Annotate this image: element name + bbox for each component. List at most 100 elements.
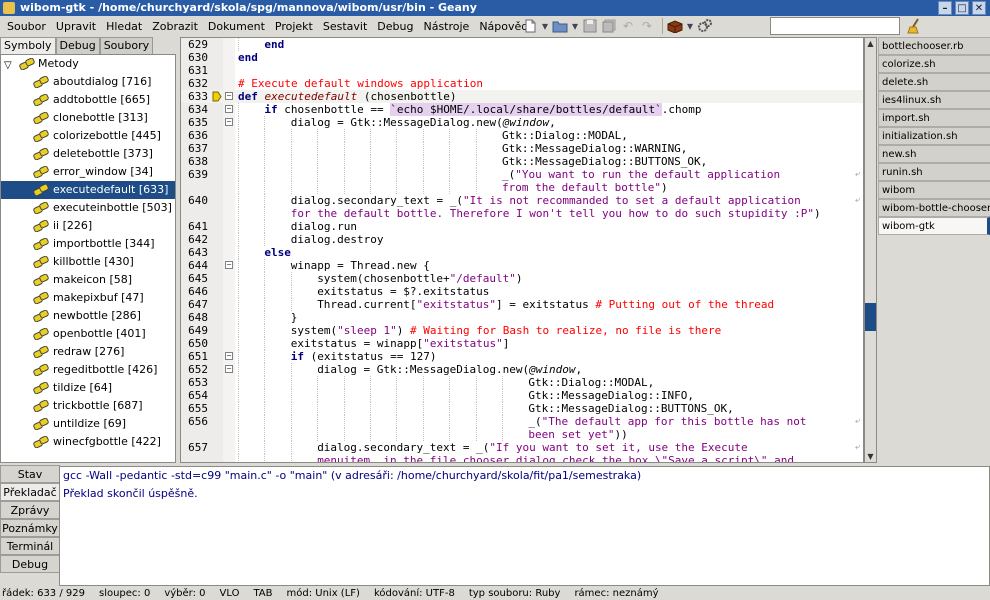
menu-zobrazit[interactable]: Zobrazit: [147, 20, 203, 33]
compiler-output[interactable]: gcc -Wall -pedantic -std=c99 "main.c" -o…: [59, 466, 990, 586]
code-line[interactable]: 653 Gtk::Dialog::MODAL,: [181, 376, 863, 389]
code-line[interactable]: 645 system(chosenbottle+"/default"): [181, 272, 863, 285]
search-input[interactable]: [770, 17, 900, 35]
symbol-item[interactable]: trickbottle [687]: [1, 397, 175, 415]
document-tab[interactable]: runin.sh: [878, 163, 990, 181]
menu-sestavit[interactable]: Sestavit: [318, 20, 372, 33]
code-editor[interactable]: 629 end 630 end 631 632 # Execute default wind…: [180, 37, 864, 463]
document-tab[interactable]: new.sh: [878, 145, 990, 163]
save-all-icon[interactable]: [601, 18, 617, 34]
tab-debug[interactable]: Debug: [55, 37, 100, 54]
symbol-tree[interactable]: ▽ Metody aboutdialog [716] addtobottle [6…: [0, 54, 176, 463]
fold-toggle[interactable]: −: [225, 92, 233, 100]
menu-projekt[interactable]: Projekt: [270, 20, 318, 33]
chevron-down-icon[interactable]: ▾: [571, 18, 579, 34]
code-line[interactable]: 644 − winapp = Thread.new {: [181, 259, 863, 272]
document-tab[interactable]: delete.sh: [878, 73, 990, 91]
compiler-message[interactable]: gcc -Wall -pedantic -std=c99 "main.c" -o…: [60, 467, 989, 485]
broom-icon[interactable]: [904, 17, 924, 35]
symbol-item[interactable]: killbottle [430]: [1, 253, 175, 271]
minimize-button[interactable]: –: [938, 1, 952, 15]
code-line[interactable]: 655 Gtk::MessageDialog::BUTTONS_OK,: [181, 402, 863, 415]
symbol-item[interactable]: importbottle [344]: [1, 235, 175, 253]
symbol-item[interactable]: colorizebottle [445]: [1, 127, 175, 145]
menu-hledat[interactable]: Hledat: [101, 20, 147, 33]
redo-icon[interactable]: ↷: [639, 18, 655, 34]
fold-toggle[interactable]: −: [225, 118, 233, 126]
symbol-item[interactable]: tildize [64]: [1, 379, 175, 397]
new-file-icon[interactable]: [522, 18, 538, 34]
code-line[interactable]: 652 − dialog = Gtk::MessageDialog.new(@win…: [181, 363, 863, 376]
code-line[interactable]: 643 else: [181, 246, 863, 259]
code-line[interactable]: 650 exitstatus = winapp["exitstatus"]: [181, 337, 863, 350]
scroll-down-icon[interactable]: ▼: [865, 451, 876, 462]
tab-soubory[interactable]: Soubory: [99, 37, 154, 54]
tab-debug-messages[interactable]: Debug: [0, 555, 60, 573]
document-tab[interactable]: wibom-bottle-chooser: [878, 199, 990, 217]
maximize-button[interactable]: □: [955, 1, 969, 15]
symbol-item[interactable]: newbottle [286]: [1, 307, 175, 325]
document-tab[interactable]: ies4linux.sh: [878, 91, 990, 109]
code-line[interactable]: 631: [181, 64, 863, 77]
code-line[interactable]: 636 Gtk::Dialog::MODAL,: [181, 129, 863, 142]
symbol-item[interactable]: executeinbottle [503]: [1, 199, 175, 217]
symbol-item[interactable]: clonebottle [313]: [1, 109, 175, 127]
fold-toggle[interactable]: −: [225, 352, 233, 360]
fold-toggle[interactable]: −: [225, 261, 233, 269]
code-line[interactable]: 635 − dialog = Gtk::MessageDialog.new(@win…: [181, 116, 863, 129]
tree-root-metody[interactable]: ▽ Metody: [1, 55, 175, 73]
code-line[interactable]: 633 − def executedefault (chosenbottle): [181, 90, 863, 103]
code-line[interactable]: 640 dialog.secondary_text = _("It is not …: [181, 194, 863, 207]
menu-debug[interactable]: Debug: [372, 20, 418, 33]
code-line[interactable]: 638 Gtk::MessageDialog::BUTTONS_OK,: [181, 155, 863, 168]
symbol-item[interactable]: makepixbuf [47]: [1, 289, 175, 307]
code-line[interactable]: 637 Gtk::MessageDialog::WARNING,: [181, 142, 863, 155]
code-line[interactable]: 639 _("You want to run the default applic…: [181, 168, 863, 181]
code-line[interactable]: 647 Thread.current["exitstatus"] = exitst…: [181, 298, 863, 311]
symbol-item[interactable]: untildize [69]: [1, 415, 175, 433]
code-line[interactable]: 648}: [181, 311, 863, 324]
symbol-item[interactable]: error_window [34]: [1, 163, 175, 181]
code-line[interactable]: for the default bottle. Therefore I won'…: [181, 207, 863, 220]
code-line[interactable]: 632 # Execute default windows application: [181, 77, 863, 90]
menu-nastroje[interactable]: Nástroje: [418, 20, 474, 33]
tab-terminal[interactable]: Terminál: [0, 537, 60, 555]
editor-scrollbar[interactable]: ▲ ▼: [864, 37, 877, 463]
menu-soubor[interactable]: Soubor: [2, 20, 51, 33]
code-line[interactable]: from the default bottle"): [181, 181, 863, 194]
symbol-item[interactable]: openbottle [401]: [1, 325, 175, 343]
code-line[interactable]: 634 − if chosenbottle == `echo $HOME/.loca…: [181, 103, 863, 116]
compiler-message[interactable]: Překlad skončil úspěšně.: [60, 485, 989, 503]
tab-symboly[interactable]: Symboly: [0, 37, 56, 54]
document-tab[interactable]: wibom-gtk: [878, 217, 990, 235]
code-line[interactable]: 649 system("sleep 1") # Waiting for Bash …: [181, 324, 863, 337]
geany-app-icon[interactable]: [3, 2, 15, 14]
tab-zpravy[interactable]: Zprávy: [0, 501, 60, 519]
tab-prekladac[interactable]: Překladač: [0, 483, 60, 501]
build-brick-icon[interactable]: [667, 18, 683, 34]
document-tab[interactable]: initialization.sh: [878, 127, 990, 145]
code-line[interactable]: 641 dialog.run: [181, 220, 863, 233]
fold-toggle[interactable]: −: [225, 365, 233, 373]
document-tab[interactable]: bottlechooser.rb: [878, 37, 990, 55]
tab-stav[interactable]: Stav: [0, 465, 60, 483]
code-line[interactable]: 654 Gtk::MessageDialog::INFO,: [181, 389, 863, 402]
scroll-up-icon[interactable]: ▲: [865, 38, 876, 49]
run-gears-icon[interactable]: [697, 18, 713, 34]
symbol-item[interactable]: deletebottle [373]: [1, 145, 175, 163]
code-line[interactable]: been set yet")): [181, 428, 863, 441]
menu-upravit[interactable]: Upravit: [51, 20, 101, 33]
scrollbar-thumb[interactable]: [865, 303, 876, 331]
symbol-item[interactable]: ii [226]: [1, 217, 175, 235]
save-icon[interactable]: [582, 18, 598, 34]
document-tab[interactable]: colorize.sh: [878, 55, 990, 73]
chevron-down-icon[interactable]: ▾: [686, 18, 694, 34]
code-line[interactable]: 629 end: [181, 38, 863, 51]
symbol-item[interactable]: executedefault [633]: [1, 181, 175, 199]
code-line[interactable]: 646 exitstatus = $?.exitstatus: [181, 285, 863, 298]
menu-dokument[interactable]: Dokument: [203, 20, 270, 33]
tab-poznamky[interactable]: Poznámky: [0, 519, 60, 537]
symbol-item[interactable]: makeicon [58]: [1, 271, 175, 289]
document-tab[interactable]: wibom: [878, 181, 990, 199]
chevron-down-icon[interactable]: ▾: [541, 18, 549, 34]
